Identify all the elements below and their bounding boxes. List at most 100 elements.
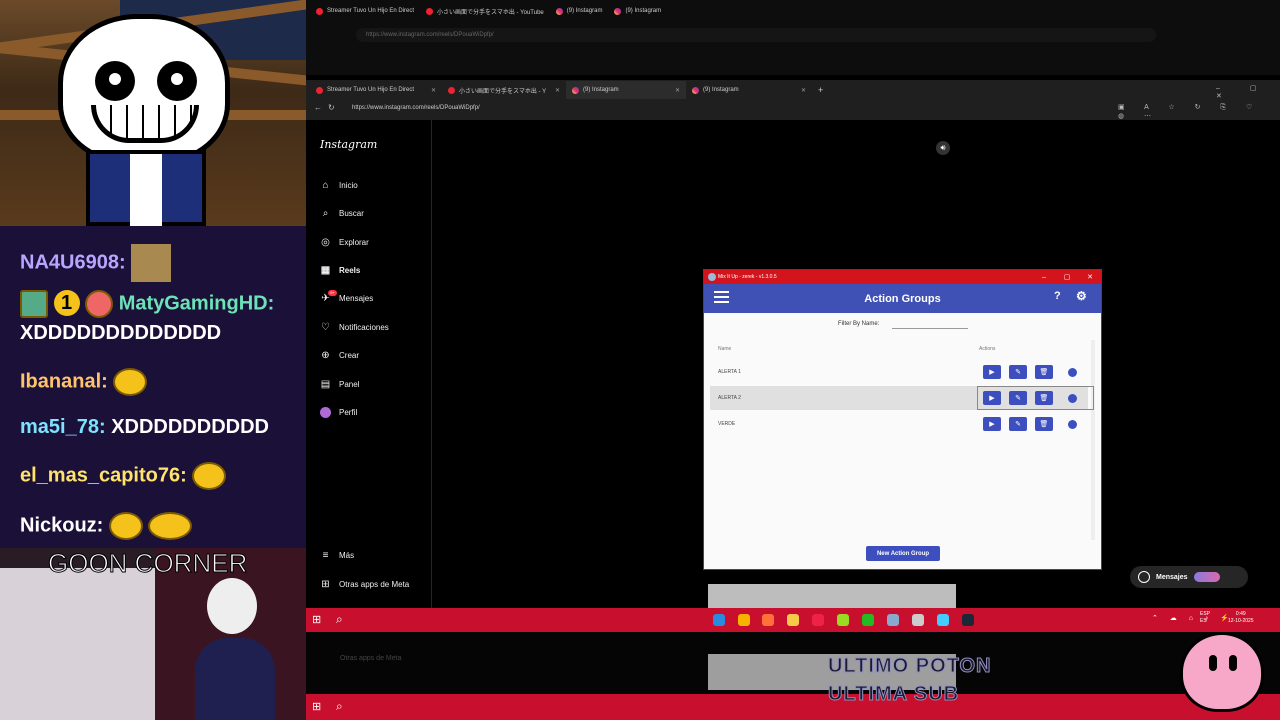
row-name: VERDE	[718, 421, 736, 427]
windows-start-icon[interactable]: ⊞	[312, 613, 321, 626]
window-titlebar[interactable]: Mix It Up - zerek - v1.3.0.5 – ▢ ✕	[704, 270, 1101, 284]
nav-explorar[interactable]: ◎ Explorar	[320, 235, 369, 249]
nav-buscar[interactable]: ⌕ Buscar	[320, 206, 364, 220]
menu-icon: ≡	[322, 549, 329, 561]
close-button[interactable]: ✕	[1079, 270, 1101, 284]
reload-icon[interactable]: ↻	[328, 103, 335, 112]
avatar-icon	[320, 406, 331, 418]
new-action-group-button[interactable]: New Action Group	[866, 546, 940, 561]
browser-tab[interactable]: 小さい画面で分手をスマホ出 - Y ✕	[442, 81, 566, 99]
chat-username: Ibananal:	[20, 370, 108, 393]
language-indicator[interactable]: ESP ES	[1200, 611, 1210, 625]
maximize-button[interactable]: ▢	[1056, 270, 1078, 284]
app-icon[interactable]	[812, 614, 824, 626]
chat-message: ma5i_78: XDDDDDDDDDD	[20, 416, 269, 439]
clock[interactable]: 0:49 12-10-2025	[1228, 611, 1254, 625]
ghost-meta-apps: Otras apps de Meta	[340, 655, 402, 662]
enable-toggle[interactable]	[1068, 368, 1077, 377]
tray-icons[interactable]: ⌃ ☁ ⌂ ♪ ⚡	[1152, 614, 1234, 622]
background-url: https://www.instagram.com/reels/DPouaWiD…	[356, 28, 1156, 42]
search-icon[interactable]: ⌕	[336, 612, 343, 627]
nav-more[interactable]: ≡ Más	[320, 548, 355, 562]
edit-icon[interactable]: ✎	[1009, 365, 1027, 379]
windows-start-icon: ⊞	[312, 701, 322, 713]
window-title: Mix It Up - zerek - v1.3.0.5	[718, 274, 777, 280]
page-title: Action Groups	[864, 292, 941, 305]
emote-icon	[108, 512, 143, 540]
steam-icon[interactable]	[962, 614, 974, 626]
minimize-button[interactable]: –	[1033, 270, 1055, 284]
nav-panel[interactable]: ▤ Panel	[320, 377, 360, 391]
ghost-taskbar: ⊞ ⌕	[306, 694, 1280, 720]
background-browser: Streamer Tuvo Un Hijo En Direct 小さい画面で分手…	[306, 0, 1280, 75]
browser-tab[interactable]: Streamer Tuvo Un Hijo En Direct ✕	[310, 81, 442, 99]
chat-message: Nickouz:	[20, 512, 193, 540]
background-tab: Streamer Tuvo Un Hijo En Direct	[310, 2, 420, 20]
chat-username: MatyGamingHD:	[118, 292, 275, 315]
app-icon[interactable]	[887, 614, 899, 626]
edge-icon[interactable]	[713, 614, 725, 626]
nav-meta-apps[interactable]: ⊞ Otras apps de Meta	[320, 577, 409, 591]
enable-toggle[interactable]	[1068, 420, 1077, 429]
play-icon[interactable]: ▶	[983, 365, 1001, 379]
table-row[interactable]: ALERTA 1 ▶ ✎ 🗑︎	[710, 360, 1088, 384]
back-icon[interactable]: ←	[314, 103, 322, 112]
youtube-icon	[316, 86, 323, 94]
edit-icon[interactable]: ✎	[1009, 391, 1027, 405]
instagram-icon	[614, 7, 622, 15]
column-name: Name	[718, 346, 732, 352]
chrome-icon[interactable]	[738, 614, 750, 626]
play-icon[interactable]: ▶	[983, 417, 1001, 431]
hamburger-menu-icon[interactable]	[714, 291, 729, 303]
folder-icon[interactable]	[787, 614, 799, 626]
scrollbar[interactable]	[1091, 340, 1095, 540]
help-icon[interactable]: ?	[1054, 290, 1061, 302]
instagram-icon	[572, 86, 579, 94]
table-row[interactable]: ALERTA 2 ▶ ✎ 🗑︎	[710, 386, 1094, 410]
stream-chat: NA4U6908: 1 MatyGamingHD: XDDDDDDDDDDDDD…	[0, 226, 306, 548]
delete-icon[interactable]: 🗑︎	[1035, 417, 1053, 431]
messages-button[interactable]: Mensajes	[1130, 566, 1248, 588]
close-tab-icon[interactable]: ✕	[555, 87, 560, 94]
enable-toggle[interactable]	[1068, 394, 1077, 403]
nav-reels[interactable]: ▦ Reels	[320, 263, 361, 277]
nav-crear[interactable]: ⊕ Crear	[320, 348, 359, 362]
toolbar-icons[interactable]: ▣ A ☆ ↻ ⎘ ♡ ◍ ⋯	[1118, 103, 1280, 120]
address-bar[interactable]: https://www.instagram.com/reels/DPouaWiD…	[342, 101, 1102, 115]
close-tab-icon[interactable]: ✕	[675, 87, 680, 94]
youtube-icon	[426, 7, 434, 15]
nav-inicio[interactable]: ⌂ Inicio	[320, 178, 357, 192]
chat-message: el_mas_capito76:	[20, 462, 227, 490]
close-tab-icon[interactable]: ✕	[801, 87, 806, 94]
emote-icon	[113, 368, 148, 396]
close-tab-icon[interactable]: ✕	[431, 87, 436, 94]
volume-icon[interactable]: 🔊︎	[936, 141, 950, 155]
reel-thumbnail[interactable]	[708, 584, 956, 608]
browser-tab[interactable]: (9) Instagram ✕	[566, 81, 686, 99]
nav-notificaciones[interactable]: ♡ Notificaciones	[320, 320, 389, 334]
browser-tab[interactable]: (9) Instagram ✕	[686, 81, 812, 99]
window-controls[interactable]: – ▢ ✕	[1216, 84, 1280, 100]
firefox-icon[interactable]	[762, 614, 774, 626]
app-icon[interactable]	[862, 614, 874, 626]
app-icon	[708, 273, 716, 281]
filter-input[interactable]	[892, 328, 968, 329]
table-row[interactable]: VERDE ▶ ✎ 🗑︎	[710, 412, 1088, 436]
compass-icon: ◎	[321, 236, 330, 248]
nav-perfil[interactable]: Perfil	[320, 405, 357, 419]
edit-icon[interactable]: ✎	[1009, 417, 1027, 431]
meta-apps-icon: ⊞	[321, 578, 330, 590]
new-tab-button[interactable]: +	[812, 81, 829, 99]
column-actions: Actions	[979, 346, 996, 352]
app-icon[interactable]	[912, 614, 924, 626]
kirby-mascot	[1180, 632, 1264, 712]
app-icon[interactable]	[837, 614, 849, 626]
app-icon[interactable]	[937, 614, 949, 626]
delete-icon[interactable]: 🗑︎	[1035, 391, 1053, 405]
background-tab: 小さい画面で分手をスマホ出 - YouTube	[420, 2, 550, 20]
delete-icon[interactable]: 🗑︎	[1035, 365, 1053, 379]
instagram-sidebar	[306, 120, 432, 608]
gear-icon[interactable]: ⚙	[1076, 289, 1087, 303]
play-icon[interactable]: ▶	[983, 391, 1001, 405]
instagram-logo[interactable]: Instagram	[320, 138, 377, 151]
